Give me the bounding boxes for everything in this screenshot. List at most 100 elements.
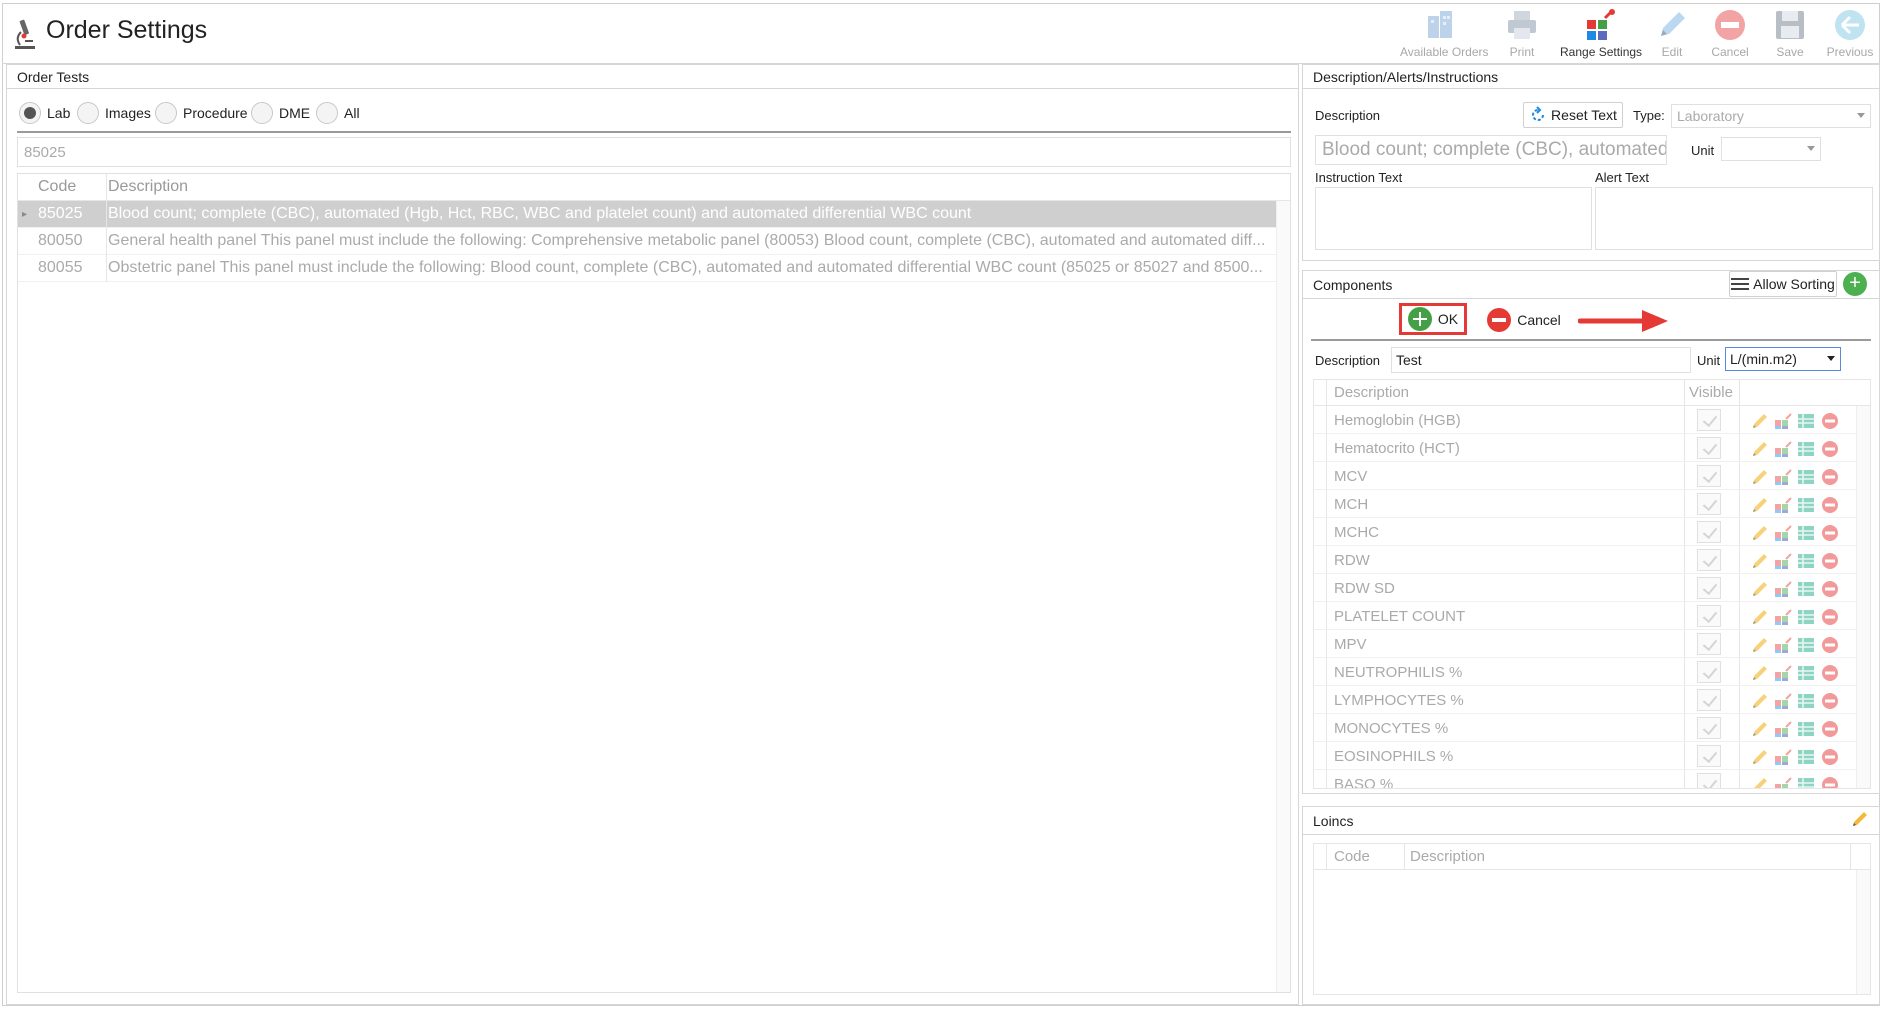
description-input[interactable]: Blood count; complete (CBC), automated (… [1315, 135, 1667, 165]
component-unit-select[interactable]: L/(min.m2) [1725, 347, 1841, 371]
ok-button[interactable]: OK [1399, 303, 1467, 335]
range-settings-icon[interactable] [1774, 664, 1792, 682]
print-button[interactable]: Print [1482, 8, 1562, 62]
column-header-description[interactable]: Description [108, 178, 188, 196]
visible-checkbox[interactable] [1697, 493, 1721, 515]
remove-icon[interactable] [1821, 468, 1839, 486]
range-settings-icon[interactable] [1774, 524, 1792, 542]
add-component-icon[interactable]: + [1843, 272, 1867, 296]
tests-grid-scrollbar[interactable] [1276, 201, 1290, 992]
table-icon[interactable] [1797, 692, 1815, 710]
component-row[interactable]: MONOCYTES % [1314, 714, 1856, 742]
range-settings-icon[interactable] [1774, 692, 1792, 710]
remove-icon[interactable] [1821, 748, 1839, 766]
previous-button[interactable]: Previous [1810, 8, 1884, 62]
visible-checkbox[interactable] [1697, 661, 1721, 683]
component-row[interactable]: RDW SD [1314, 574, 1856, 602]
pencil-icon[interactable] [1751, 552, 1769, 570]
column-header-description[interactable]: Description [1334, 384, 1409, 401]
range-settings-icon[interactable] [1774, 496, 1792, 514]
component-row[interactable]: EOSINOPHILS % [1314, 742, 1856, 770]
range-settings-icon[interactable] [1774, 608, 1792, 626]
visible-checkbox[interactable] [1697, 605, 1721, 627]
pencil-icon[interactable] [1751, 776, 1769, 788]
range-settings-button[interactable]: Range Settings [1560, 8, 1642, 62]
filter-lab-radio[interactable]: Lab [19, 101, 70, 125]
visible-checkbox[interactable] [1697, 409, 1721, 431]
table-icon[interactable] [1797, 496, 1815, 514]
remove-icon[interactable] [1821, 720, 1839, 738]
remove-icon[interactable] [1821, 636, 1839, 654]
range-settings-icon[interactable] [1774, 776, 1792, 788]
visible-checkbox[interactable] [1697, 437, 1721, 459]
component-row[interactable]: LYMPHOCYTES % [1314, 686, 1856, 714]
visible-checkbox[interactable] [1697, 745, 1721, 767]
pencil-icon[interactable] [1751, 608, 1769, 626]
filter-dme-radio[interactable]: DME [251, 101, 310, 125]
unit-select[interactable] [1721, 137, 1821, 161]
range-settings-icon[interactable] [1774, 440, 1792, 458]
component-row[interactable]: Hematocrito (HCT) [1314, 434, 1856, 462]
remove-icon[interactable] [1821, 552, 1839, 570]
alert-text-input[interactable] [1595, 187, 1873, 250]
table-icon[interactable] [1797, 608, 1815, 626]
pencil-icon[interactable] [1751, 692, 1769, 710]
remove-icon[interactable] [1821, 608, 1839, 626]
range-settings-icon[interactable] [1774, 720, 1792, 738]
type-select[interactable]: Laboratory [1671, 104, 1871, 128]
search-input[interactable]: 85025 [17, 137, 1291, 167]
range-settings-icon[interactable] [1774, 412, 1792, 430]
component-row[interactable]: MCH [1314, 490, 1856, 518]
component-row[interactable]: PLATELET COUNT [1314, 602, 1856, 630]
column-header-description[interactable]: Description [1410, 848, 1485, 865]
pencil-icon[interactable] [1751, 664, 1769, 682]
range-settings-icon[interactable] [1774, 636, 1792, 654]
remove-icon[interactable] [1821, 776, 1839, 788]
component-row[interactable]: MCV [1314, 462, 1856, 490]
visible-checkbox[interactable] [1697, 773, 1721, 788]
visible-checkbox[interactable] [1697, 549, 1721, 571]
table-icon[interactable] [1797, 412, 1815, 430]
remove-icon[interactable] [1821, 496, 1839, 514]
visible-checkbox[interactable] [1697, 577, 1721, 599]
table-icon[interactable] [1797, 524, 1815, 542]
table-icon[interactable] [1797, 636, 1815, 654]
pencil-icon[interactable] [1751, 748, 1769, 766]
remove-icon[interactable] [1821, 440, 1839, 458]
pencil-icon[interactable] [1851, 810, 1869, 828]
table-row[interactable]: 80055 Obstetric panel This panel must in… [18, 255, 1276, 282]
table-icon[interactable] [1797, 552, 1815, 570]
pencil-icon[interactable] [1751, 580, 1769, 598]
reset-text-button[interactable]: Reset Text [1523, 102, 1623, 128]
column-header-code[interactable]: Code [38, 178, 76, 196]
visible-checkbox[interactable] [1697, 465, 1721, 487]
range-settings-icon[interactable] [1774, 580, 1792, 598]
column-header-visible[interactable]: Visible [1689, 384, 1733, 401]
component-row[interactable]: MCHC [1314, 518, 1856, 546]
available-orders-button[interactable]: Available Orders [1400, 8, 1489, 62]
remove-icon[interactable] [1821, 580, 1839, 598]
visible-checkbox[interactable] [1697, 717, 1721, 739]
table-icon[interactable] [1797, 748, 1815, 766]
remove-icon[interactable] [1821, 664, 1839, 682]
visible-checkbox[interactable] [1697, 633, 1721, 655]
range-settings-icon[interactable] [1774, 748, 1792, 766]
component-row[interactable]: BASO % [1314, 770, 1856, 788]
pencil-icon[interactable] [1751, 636, 1769, 654]
component-row[interactable]: RDW [1314, 546, 1856, 574]
table-icon[interactable] [1797, 720, 1815, 738]
column-header-code[interactable]: Code [1334, 848, 1370, 865]
filter-procedure-radio[interactable]: Procedure [155, 101, 248, 125]
component-row[interactable]: MPV [1314, 630, 1856, 658]
remove-icon[interactable] [1821, 692, 1839, 710]
visible-checkbox[interactable] [1697, 521, 1721, 543]
pencil-icon[interactable] [1751, 468, 1769, 486]
component-row[interactable]: Hemoglobin (HGB) [1314, 406, 1856, 434]
allow-sorting-button[interactable]: Allow Sorting [1729, 271, 1837, 297]
pencil-icon[interactable] [1751, 412, 1769, 430]
table-row[interactable]: ▸ 85025 Blood count; complete (CBC), aut… [18, 201, 1276, 228]
filter-all-radio[interactable]: All [316, 101, 360, 125]
filter-images-radio[interactable]: Images [77, 101, 151, 125]
pencil-icon[interactable] [1751, 496, 1769, 514]
range-settings-icon[interactable] [1774, 552, 1792, 570]
